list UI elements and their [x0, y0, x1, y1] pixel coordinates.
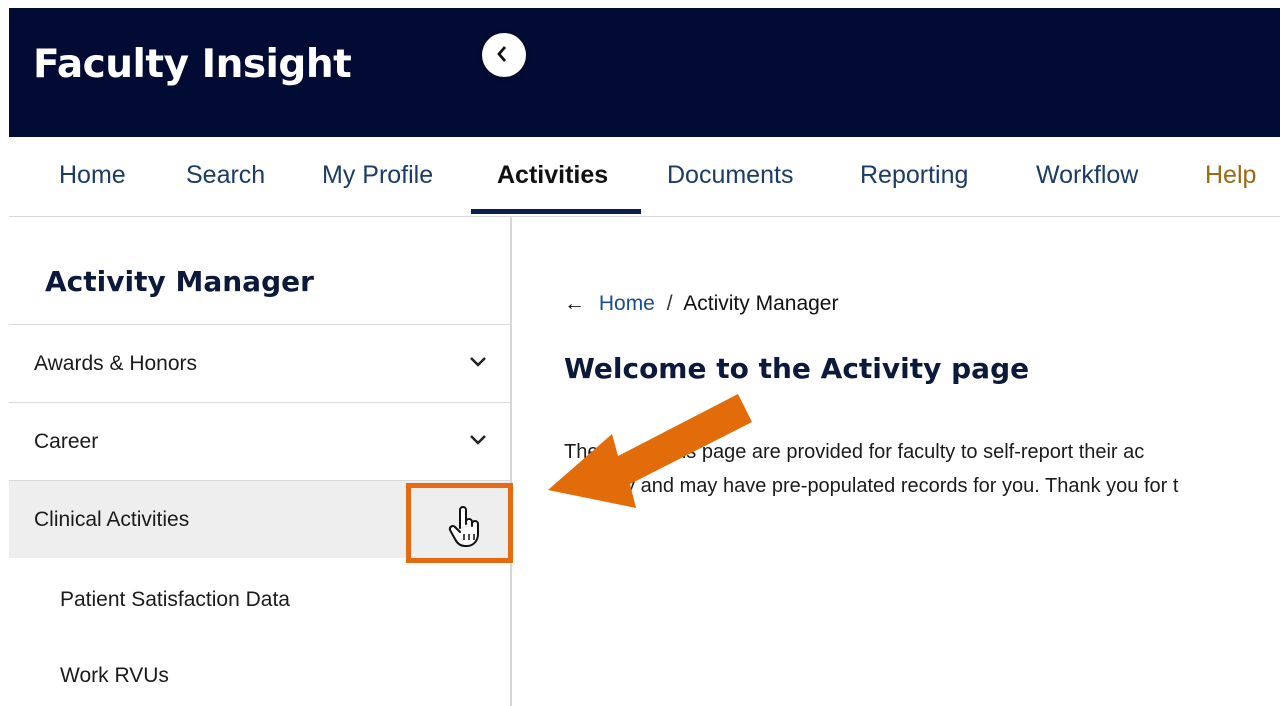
back-arrow-icon[interactable]: ←: [564, 292, 585, 315]
chevron-down-icon[interactable]: [469, 434, 487, 446]
nav-reporting[interactable]: Reporting: [860, 137, 968, 217]
app-title[interactable]: Faculty Insight: [33, 42, 352, 87]
nav-home[interactable]: Home: [59, 137, 126, 217]
nav-documents[interactable]: Documents: [667, 137, 793, 217]
sidebar-collapse-button[interactable]: [482, 33, 526, 77]
breadcrumb-home-link[interactable]: Home: [599, 292, 655, 315]
breadcrumb-current: Activity Manager: [683, 292, 839, 315]
nav-search[interactable]: Search: [186, 137, 265, 217]
activity-sidebar: Activity Manager Awards & Honors Career …: [9, 217, 512, 706]
breadcrumb: ← Home / Activity Manager: [564, 292, 838, 316]
top-nav: Home Search My Profile Activities Docume…: [9, 137, 1280, 217]
sidebar-item-label: Career: [34, 430, 99, 453]
sidebar-subitem-patient-satisfaction-data[interactable]: Patient Satisfaction Data: [9, 561, 510, 639]
sidebar-item-career[interactable]: Career: [9, 402, 510, 480]
page-heading: Welcome to the Activity page: [564, 352, 1030, 385]
sidebar-title: Activity Manager: [45, 265, 314, 298]
nav-activities[interactable]: Activities: [497, 137, 608, 217]
hand-pointer-icon: [448, 506, 479, 547]
breadcrumb-separator: /: [666, 292, 673, 315]
sidebar-subitem-label: Work RVUs: [60, 664, 169, 687]
sidebar-item-label: Awards & Honors: [34, 352, 198, 375]
active-tab-indicator: [471, 209, 641, 214]
nav-help[interactable]: Help: [1205, 137, 1256, 217]
app-header: Faculty Insight: [9, 8, 1280, 137]
annotation-arrow-icon: [548, 394, 752, 508]
sidebar-subitem-label: Patient Satisfaction Data: [60, 588, 290, 611]
nav-my-profile[interactable]: My Profile: [322, 137, 433, 217]
chevron-left-icon: [497, 46, 507, 62]
sidebar-subitem-work-rvus[interactable]: Work RVUs: [9, 637, 510, 706]
chevron-down-icon[interactable]: [469, 356, 487, 368]
sidebar-item-awards-honors[interactable]: Awards & Honors: [9, 324, 510, 402]
nav-workflow[interactable]: Workflow: [1036, 137, 1138, 217]
sidebar-item-label: Clinical Activities: [34, 508, 190, 531]
